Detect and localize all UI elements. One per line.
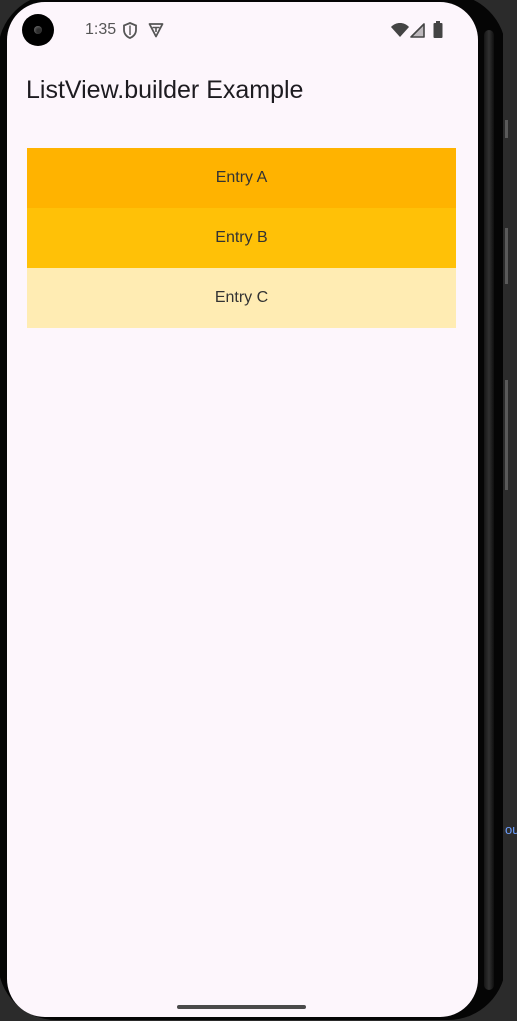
side-mark bbox=[505, 380, 508, 490]
list-item-entry-a[interactable]: Entry A bbox=[27, 148, 456, 208]
side-mark bbox=[505, 228, 508, 284]
vpn-key-icon bbox=[148, 22, 164, 43]
phone-screen: 1:35 ListView.builder Example Entry A En… bbox=[7, 2, 478, 1017]
list-item-label: Entry B bbox=[215, 229, 268, 246]
device-frame: ou 1:35 ListView.builder Example Entry A… bbox=[0, 0, 517, 1021]
app-bar-title: ListView.builder Example bbox=[26, 76, 304, 104]
list-item-label: Entry A bbox=[215, 169, 268, 186]
gesture-home-bar[interactable] bbox=[177, 1005, 306, 1009]
wifi-icon bbox=[391, 23, 409, 42]
ide-side-strip bbox=[503, 0, 517, 1021]
status-time: 1:35 bbox=[85, 21, 117, 38]
list-item-entry-c[interactable]: Entry C bbox=[27, 268, 456, 328]
side-mark bbox=[505, 120, 508, 138]
ide-side-glyph: ou bbox=[505, 822, 517, 837]
phone-edge bbox=[484, 30, 494, 990]
shield-icon bbox=[123, 22, 137, 44]
camera-cutout bbox=[22, 14, 54, 46]
entry-list[interactable]: Entry A Entry B Entry C bbox=[27, 148, 456, 328]
list-item-entry-b[interactable]: Entry B bbox=[27, 208, 456, 268]
signal-icon bbox=[410, 23, 425, 43]
list-item-label: Entry C bbox=[214, 289, 269, 306]
battery-icon bbox=[433, 21, 443, 43]
